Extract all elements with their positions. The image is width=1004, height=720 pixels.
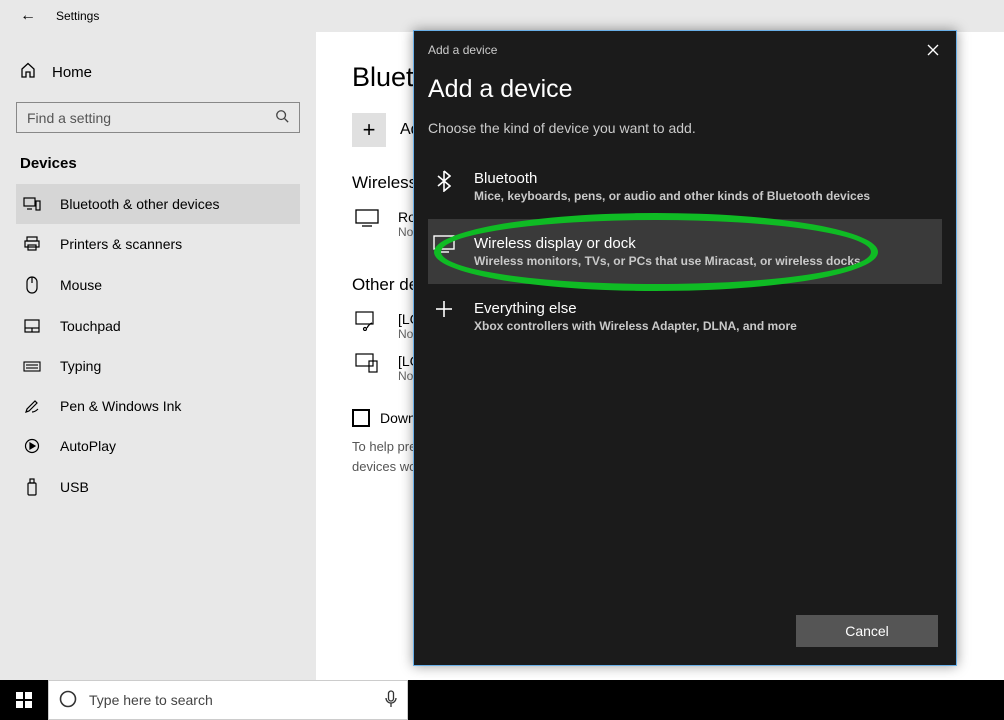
sidebar-item-label: Mouse — [60, 277, 102, 293]
taskbar-rest — [408, 680, 1004, 720]
pen-icon — [22, 398, 42, 414]
start-button[interactable] — [0, 680, 48, 720]
sidebar-section-header: Devices — [20, 155, 300, 172]
keyboard-icon — [22, 361, 42, 372]
option-title: Wireless display or dock — [474, 235, 861, 252]
home-icon — [20, 62, 36, 82]
search-icon — [275, 109, 289, 126]
sidebar: Home Find a setting Devices Bluetooth & … — [0, 32, 316, 680]
option-wireless-display[interactable]: Wireless display or dock Wireless monito… — [428, 219, 942, 284]
sidebar-item-label: AutoPlay — [60, 438, 116, 454]
monitor-icon — [352, 209, 382, 227]
option-bluetooth[interactable]: Bluetooth Mice, keyboards, pens, or audi… — [428, 154, 942, 219]
bluetooth-icon — [432, 170, 456, 192]
sidebar-item-typing[interactable]: Typing — [16, 346, 300, 386]
option-title: Everything else — [474, 300, 797, 317]
sidebar-item-label: USB — [60, 479, 89, 495]
media-device-icon — [352, 353, 382, 373]
taskbar-search-input[interactable]: Type here to search — [48, 680, 408, 720]
sidebar-item-label: Touchpad — [60, 318, 121, 334]
sidebar-search-placeholder: Find a setting — [27, 110, 111, 126]
sidebar-item-bluetooth[interactable]: Bluetooth & other devices — [16, 184, 300, 224]
sidebar-item-label: Bluetooth & other devices — [60, 196, 220, 212]
plus-icon — [432, 300, 456, 318]
sidebar-item-usb[interactable]: USB — [16, 466, 300, 508]
sidebar-item-mouse[interactable]: Mouse — [16, 264, 300, 306]
printer-icon — [22, 236, 42, 252]
taskbar-search-placeholder: Type here to search — [89, 692, 213, 708]
sidebar-item-pen[interactable]: Pen & Windows Ink — [16, 386, 300, 426]
close-button[interactable] — [924, 41, 942, 59]
plus-icon[interactable]: + — [352, 113, 386, 147]
home-link[interactable]: Home — [16, 56, 300, 88]
add-device-dialog: Add a device Add a device Choose the kin… — [413, 30, 957, 666]
microphone-icon[interactable] — [385, 690, 397, 711]
sidebar-item-label: Pen & Windows Ink — [60, 398, 181, 414]
cancel-button[interactable]: Cancel — [796, 615, 938, 647]
window-title: Settings — [56, 9, 99, 23]
sidebar-item-label: Typing — [60, 358, 101, 374]
devices-icon — [22, 197, 42, 211]
option-subtitle: Wireless monitors, TVs, or PCs that use … — [474, 254, 861, 268]
dialog-subtitle: Choose the kind of device you want to ad… — [428, 120, 942, 136]
back-arrow-icon[interactable]: ← — [20, 7, 36, 25]
option-title: Bluetooth — [474, 170, 870, 187]
option-subtitle: Xbox controllers with Wireless Adapter, … — [474, 319, 797, 333]
autoplay-icon — [22, 438, 42, 454]
monitor-icon — [432, 235, 456, 253]
touchpad-icon — [22, 319, 42, 333]
mouse-icon — [22, 276, 42, 294]
dialog-header: Add a device — [428, 75, 942, 104]
sidebar-item-label: Printers & scanners — [60, 236, 182, 252]
sidebar-item-autoplay[interactable]: AutoPlay — [16, 426, 300, 466]
taskbar: Type here to search — [0, 680, 1004, 720]
usb-icon — [22, 478, 42, 496]
dialog-titlebar: Add a device — [428, 43, 497, 57]
sidebar-item-touchpad[interactable]: Touchpad — [16, 306, 300, 346]
cortana-icon — [59, 690, 77, 711]
checkbox-icon[interactable] — [352, 409, 370, 427]
media-device-icon — [352, 311, 382, 331]
sidebar-search-input[interactable]: Find a setting — [16, 102, 300, 133]
window-titlebar: ← Settings — [0, 0, 1004, 32]
option-everything-else[interactable]: Everything else Xbox controllers with Wi… — [428, 284, 942, 349]
sidebar-item-printers[interactable]: Printers & scanners — [16, 224, 300, 264]
home-label: Home — [52, 64, 92, 81]
option-subtitle: Mice, keyboards, pens, or audio and othe… — [474, 189, 870, 203]
